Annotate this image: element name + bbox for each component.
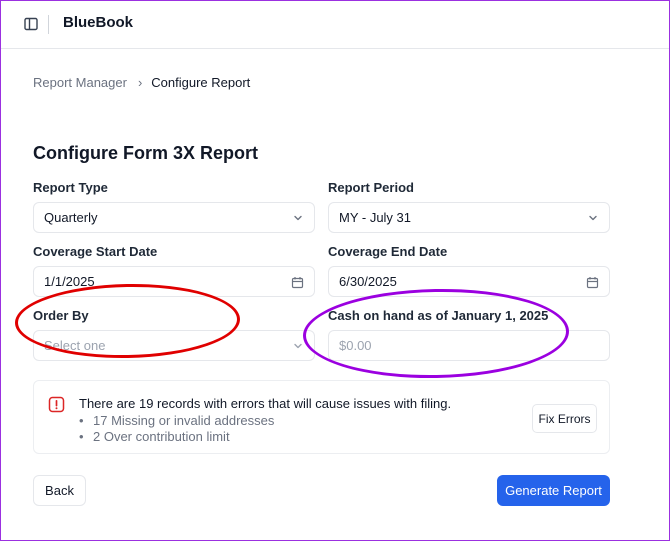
report-period-value: MY - July 31 [339,210,412,225]
breadcrumb-separator: › [137,75,143,90]
breadcrumb-report-manager[interactable]: Report Manager [33,75,127,90]
bullet: • [79,413,84,428]
bullet: • [79,429,84,444]
list-item: • 17 Missing or invalid addresses [79,413,274,429]
cash-on-hand-value: $0.00 [339,338,372,353]
chevron-down-icon [292,212,304,227]
alert-item-text: 2 Over contribution limit [93,429,230,444]
chevron-down-icon [587,212,599,227]
chevron-down-icon [292,340,304,355]
report-type-select[interactable]: Quarterly [33,202,315,233]
sidebar-icon[interactable] [23,16,40,33]
coverage-start-label: Coverage Start Date [33,244,158,259]
report-period-select[interactable]: MY - July 31 [328,202,610,233]
error-alert: There are 19 records with errors that wi… [33,380,610,454]
calendar-icon[interactable] [291,276,304,292]
report-type-label: Report Type [33,180,108,195]
alert-item-text: 17 Missing or invalid addresses [93,413,275,428]
coverage-end-value: 6/30/2025 [339,274,397,289]
coverage-end-label: Coverage End Date [328,244,448,259]
coverage-start-value: 1/1/2025 [44,274,95,289]
order-by-label: Order By [33,308,89,323]
alert-error-list: • 17 Missing or invalid addresses • 2 Over… [79,413,274,445]
generate-report-button[interactable]: Generate Report [497,475,610,506]
cash-on-hand-label: Cash on hand as of January 1, 2025 [328,308,549,323]
order-by-placeholder: Select one [44,338,106,353]
breadcrumb-current: Configure Report [151,75,251,90]
cash-on-hand-input[interactable]: $0.00 [328,330,610,361]
coverage-start-date-input[interactable]: 1/1/2025 [33,266,315,297]
order-by-select[interactable]: Select one [33,330,315,361]
list-item: • 2 Over contribution limit [79,429,274,445]
fix-errors-button[interactable]: Fix Errors [532,404,597,433]
alert-message: There are 19 records with errors that wi… [79,396,452,411]
calendar-icon[interactable] [586,276,599,292]
app-title: BlueBook [63,14,134,31]
header-divider [48,15,49,34]
back-button[interactable]: Back [33,475,86,506]
alert-icon [48,396,65,418]
app-header: BlueBook [1,1,669,49]
page-title: Configure Form 3X Report [33,143,259,163]
breadcrumb: Report Manager › Configure Report [33,75,250,90]
report-type-value: Quarterly [44,210,98,225]
report-period-label: Report Period [328,180,414,195]
coverage-end-date-input[interactable]: 6/30/2025 [328,266,610,297]
